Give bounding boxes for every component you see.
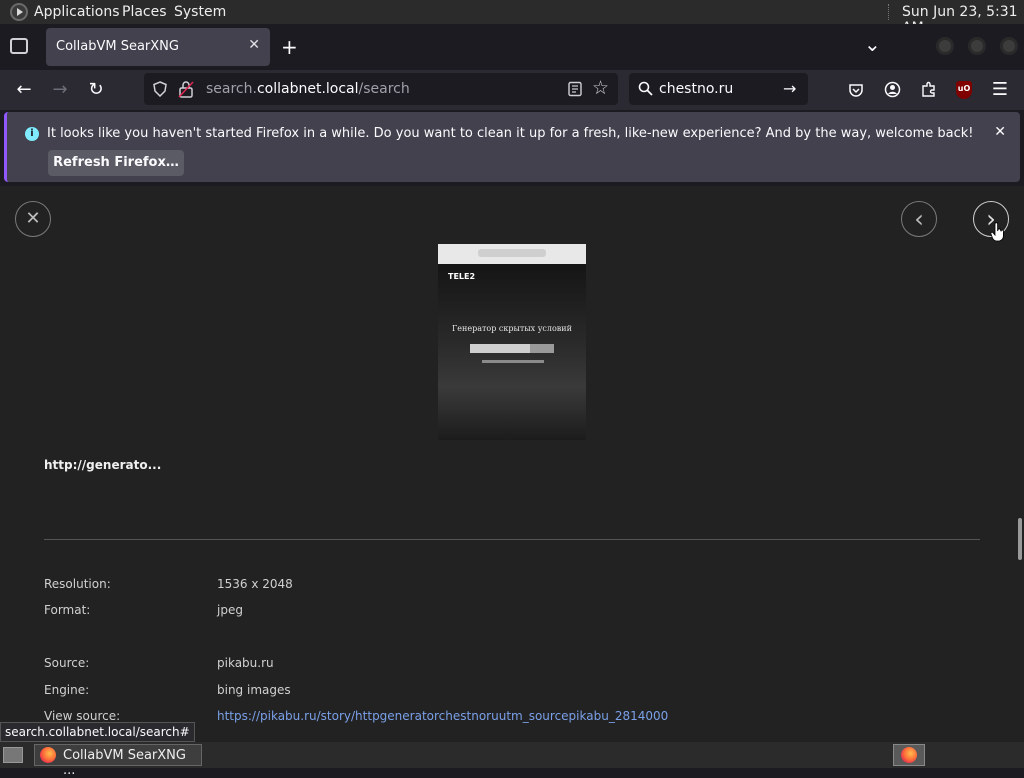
reload-button[interactable]: ↻: [84, 78, 108, 102]
pocket-icon[interactable]: [848, 82, 864, 98]
url-domain: collabnet.local: [256, 81, 359, 97]
insecure-lock-icon[interactable]: [178, 80, 194, 98]
search-go-icon[interactable]: →: [783, 79, 796, 98]
minimize-button[interactable]: [936, 37, 954, 55]
ublock-origin-icon[interactable]: uO: [956, 81, 972, 99]
navigation-bar: ← → ↻ search.collabnet.local/search ☆ ch…: [0, 70, 1024, 110]
taskbar-window-title: CollabVM SearXNG ...: [63, 748, 186, 778]
tab-strip: CollabVM SearXNG ✕ + ⌄: [0, 24, 1024, 70]
tray-firefox-launcher[interactable]: [893, 744, 925, 766]
url-path: /search: [358, 81, 410, 97]
bookmark-star-icon[interactable]: ☆: [592, 77, 609, 99]
reader-view-icon[interactable]: [567, 81, 583, 97]
thumbnail-logo: TELE2: [448, 272, 476, 281]
resolution-value: 1536 x 2048: [217, 577, 293, 591]
applications-menu[interactable]: Applications: [34, 4, 120, 20]
thumbnail-address: [478, 249, 546, 257]
format-value: jpeg: [217, 603, 243, 617]
close-window-button[interactable]: [1000, 37, 1018, 55]
source-label: Source:: [44, 656, 90, 670]
account-icon[interactable]: [884, 81, 901, 98]
previous-image-button[interactable]: ‹: [901, 201, 937, 237]
search-bar[interactable]: chestno.ru →: [629, 73, 808, 105]
divider: [44, 539, 980, 540]
thumbnail-input: [470, 344, 530, 353]
bottom-taskbar: CollabVM SearXNG ...: [0, 742, 1024, 778]
taskbar-firefox-window[interactable]: CollabVM SearXNG ...: [34, 744, 202, 778]
app-menu-button[interactable]: ☰: [988, 78, 1012, 102]
view-source-link[interactable]: https://pikabu.ru/story/httpgeneratorche…: [217, 709, 668, 723]
url-text[interactable]: search.collabnet.local/search: [206, 81, 410, 97]
tab-title: CollabVM SearXNG: [56, 39, 179, 54]
back-button[interactable]: ←: [12, 78, 36, 102]
info-icon: i: [25, 127, 39, 141]
notification-message: It looks like you haven't started Firefo…: [47, 126, 974, 141]
tab-close-icon[interactable]: ✕: [248, 37, 260, 53]
engine-label: Engine:: [44, 683, 90, 697]
system-menu[interactable]: System: [174, 4, 226, 20]
extensions-icon[interactable]: [920, 81, 937, 98]
firefox-tray-icon: [901, 747, 917, 763]
thumbnail-heading: Генератор скрытых условий: [452, 324, 572, 333]
url-bar[interactable]: search.collabnet.local/search ☆: [144, 73, 618, 105]
maximize-button[interactable]: [968, 37, 986, 55]
shield-icon[interactable]: [152, 81, 168, 97]
new-tab-button[interactable]: +: [281, 35, 298, 59]
close-viewer-button[interactable]: ✕: [15, 201, 51, 237]
places-menu[interactable]: Places: [122, 4, 167, 20]
search-icon: [638, 81, 653, 96]
search-input[interactable]: chestno.ru: [659, 81, 733, 97]
result-image-preview[interactable]: TELE2 Генератор скрытых условий: [438, 244, 586, 440]
panel-separator: [888, 4, 890, 20]
engine-value: bing images: [217, 683, 291, 697]
format-label: Format:: [44, 603, 91, 617]
tab-collabvm-searxng[interactable]: CollabVM SearXNG ✕: [46, 28, 270, 66]
notification-close-icon[interactable]: ✕: [994, 124, 1006, 140]
list-all-tabs-icon[interactable]: ⌄: [864, 32, 881, 56]
url-prefix: search.: [206, 81, 257, 97]
refresh-firefox-notification: i It looks like you haven't started Fire…: [4, 112, 1020, 182]
refresh-firefox-button[interactable]: Refresh Firefox…: [48, 150, 184, 176]
forward-button[interactable]: →: [48, 78, 72, 102]
show-desktop-icon[interactable]: [3, 747, 23, 763]
page-content: ✕ ‹ › TELE2 Генератор скрытых условий ht…: [0, 186, 1024, 742]
resolution-label: Resolution:: [44, 577, 111, 591]
link-status-tooltip: search.collabnet.local/search#: [0, 722, 195, 742]
firefox-view-icon[interactable]: [10, 38, 28, 54]
thumbnail-button: [530, 344, 554, 353]
image-title: http://generato...: [44, 458, 162, 472]
scrollbar-thumb[interactable]: [1018, 518, 1022, 560]
firefox-icon: [40, 747, 56, 763]
view-source-label: View source:: [44, 709, 121, 723]
thumbnail-text-line: [482, 360, 544, 363]
thumbnail-browser-bar: [438, 244, 586, 264]
top-panel: Applications Places System Sun Jun 23, 5…: [0, 0, 1024, 36]
source-value: pikabu.ru: [217, 656, 274, 670]
distro-logo-icon[interactable]: [10, 3, 28, 21]
hand-cursor-icon: [990, 222, 1004, 242]
